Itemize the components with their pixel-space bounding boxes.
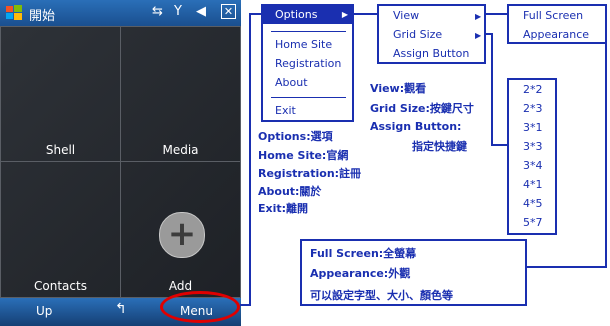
tile-media[interactable]: Media: [120, 26, 241, 162]
view-submenu: Full Screen Appearance: [507, 4, 607, 44]
close-icon[interactable]: ✕: [221, 4, 236, 19]
tile-add[interactable]: + Add: [120, 161, 241, 298]
grid-size-option[interactable]: 3*1: [523, 121, 543, 134]
menu-item-home-site[interactable]: Home Site: [275, 38, 332, 51]
view-notes-box: Full Screen:全螢幕 Appearance:外觀 可以設定字型、大小、…: [300, 239, 527, 306]
annotation-assign-button: Assign Button:: [370, 120, 462, 133]
annotation-options: Options:選項: [258, 130, 333, 143]
annotation-appearance: Appearance:外觀: [310, 267, 411, 280]
menu-item-registration[interactable]: Registration: [275, 57, 341, 70]
submenu-item-appearance[interactable]: Appearance: [523, 28, 589, 41]
connectivity-icon: ⇆: [152, 4, 163, 19]
grid-size-option[interactable]: 3*4: [523, 159, 543, 172]
annotation-view: View:觀看: [370, 82, 427, 95]
tile-contacts[interactable]: Contacts: [0, 161, 121, 298]
options-menu: Options ▶ Home Site Registration About E…: [261, 4, 354, 122]
annotation-home-site: Home Site:官網: [258, 149, 349, 162]
annotation-grid-size: Grid Size:按鍵尺寸: [370, 102, 474, 115]
submenu-item-full-screen[interactable]: Full Screen: [523, 9, 583, 22]
grid-size-option[interactable]: 4*1: [523, 178, 543, 191]
volume-icon: ◀: [196, 4, 206, 19]
annotation-registration: Registration:註冊: [258, 167, 362, 180]
submenu-arrow-icon: ▶: [475, 12, 482, 21]
grid-size-option[interactable]: 2*3: [523, 102, 543, 115]
annotation-assign-button-cn: 指定快捷鍵: [412, 140, 467, 153]
options-submenu: View ▶ Grid Size ▶ Assign Button: [377, 4, 486, 64]
menu-item-about[interactable]: About: [275, 76, 308, 89]
connector-gridsize-to-list: [484, 33, 508, 146]
annotation-exit: Exit:離開: [258, 202, 309, 215]
menu-separator: [271, 31, 346, 32]
menu-highlight-ring: [160, 291, 240, 323]
windows-flag-icon[interactable]: [5, 4, 23, 22]
submenu-arrow-icon: ▶: [341, 10, 348, 19]
annotation-full-screen: Full Screen:全螢幕: [310, 247, 417, 260]
annotation-appearance-detail: 可以設定字型、大小、顏色等: [310, 289, 453, 302]
phone-screen: 開始 ⇆ Y ◀ ✕ Shell Media Contacts + Add Up…: [0, 0, 241, 326]
submenu-item-assign-button[interactable]: Assign Button: [393, 47, 469, 60]
up-softkey[interactable]: Up: [36, 304, 52, 318]
menu-item-exit[interactable]: Exit: [275, 104, 296, 117]
grid-size-option[interactable]: 5*7: [523, 216, 543, 229]
back-arrow-icon[interactable]: ↰: [115, 301, 127, 317]
annotation-about: About:關於: [258, 185, 322, 198]
grid-size-list: 2*2 2*3 3*1 3*3 3*4 4*1 4*5 5*7: [507, 78, 557, 235]
grid-size-option[interactable]: 3*3: [523, 140, 543, 153]
tile-label: Contacts: [34, 279, 87, 293]
signal-icon: Y: [174, 4, 182, 19]
launcher-grid: Shell Media Contacts + Add: [0, 26, 241, 298]
tile-label: Media: [162, 143, 199, 157]
title-bar: 開始 ⇆ Y ◀ ✕: [0, 0, 241, 26]
options-menu-header[interactable]: Options ▶: [263, 6, 352, 24]
tile-label: Shell: [45, 143, 76, 157]
plus-icon[interactable]: +: [159, 212, 205, 258]
grid-size-option[interactable]: 2*2: [523, 83, 543, 96]
submenu-item-view[interactable]: View: [393, 9, 419, 22]
menu-separator: [271, 97, 346, 98]
submenu-item-grid-size[interactable]: Grid Size: [393, 28, 442, 41]
options-label: Options: [275, 8, 318, 21]
submenu-arrow-icon: ▶: [475, 31, 482, 40]
tile-label: Add: [168, 279, 193, 293]
app-title: 開始: [29, 9, 56, 24]
tile-shell[interactable]: Shell: [0, 26, 121, 162]
grid-size-option[interactable]: 4*5: [523, 197, 543, 210]
